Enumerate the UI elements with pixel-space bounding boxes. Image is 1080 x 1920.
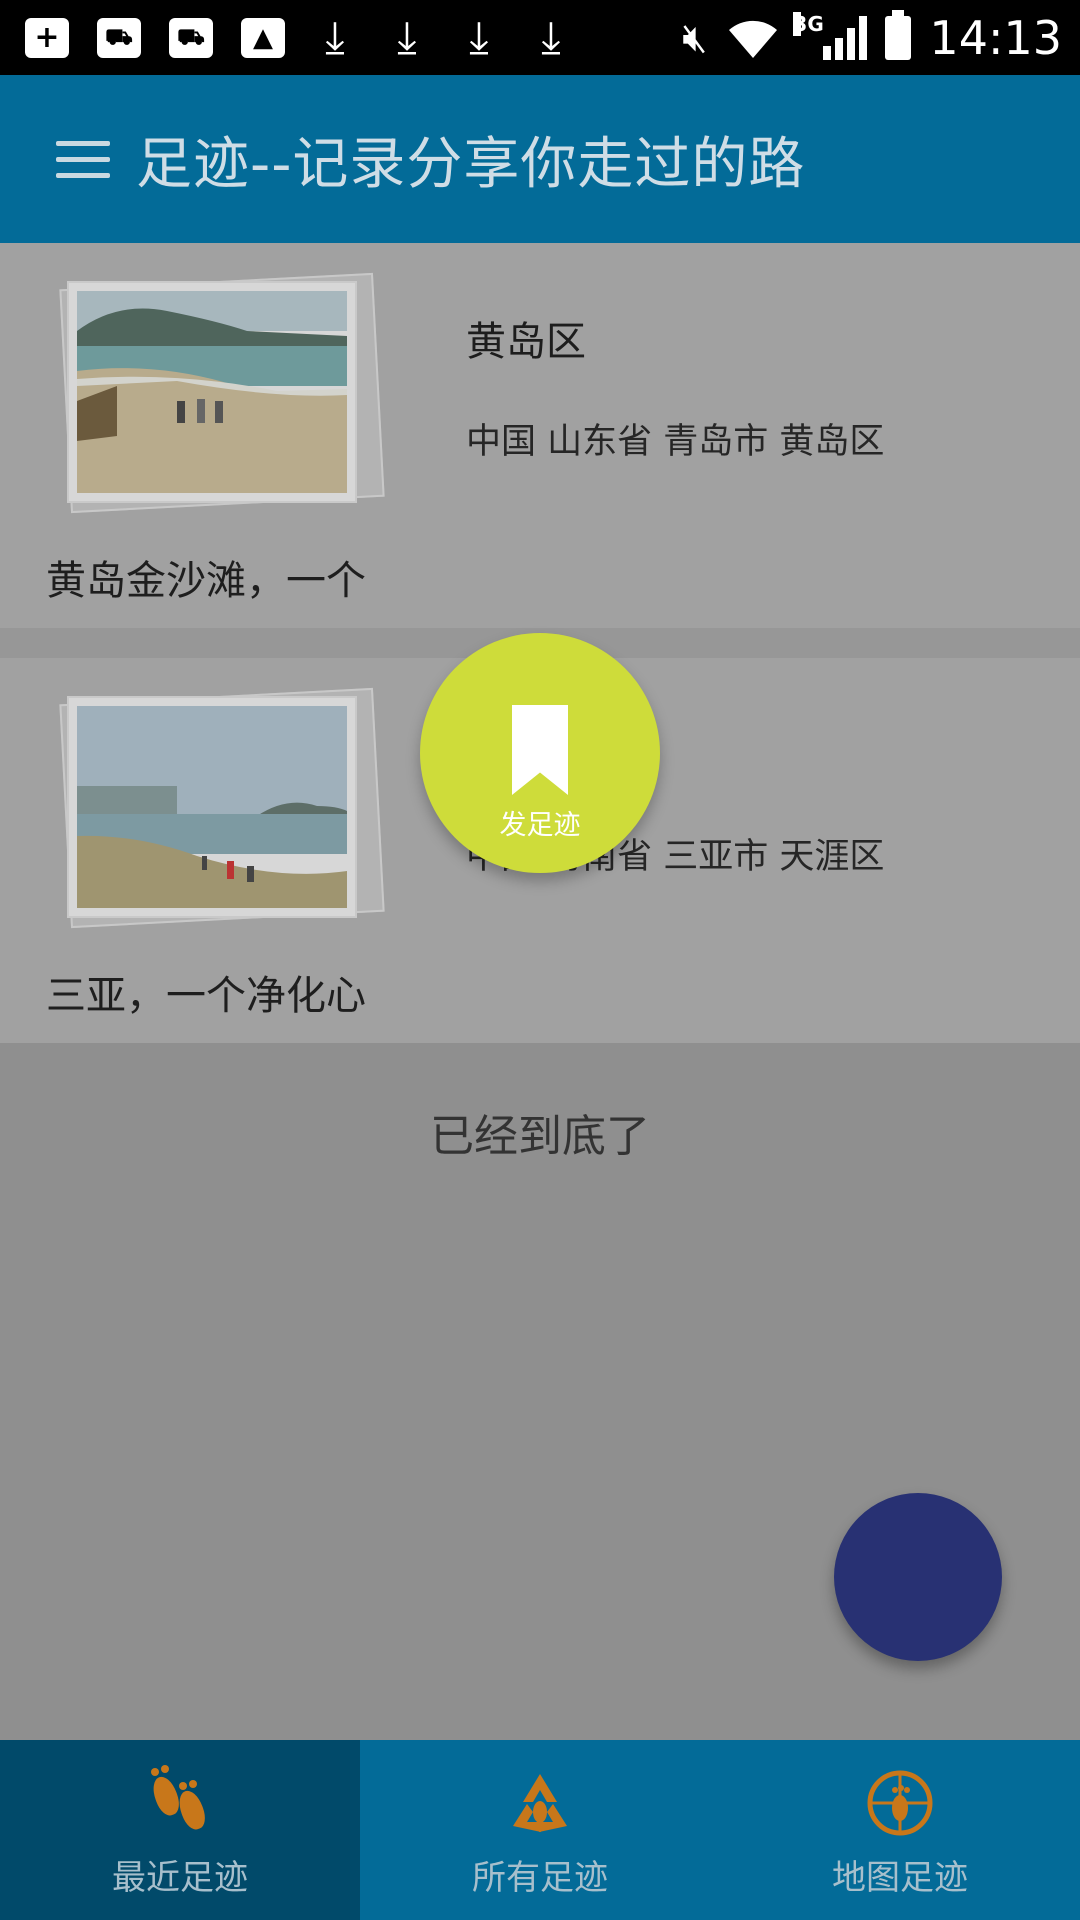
clock: 14:13 [929,10,1062,65]
download-icon: ⤓ [397,11,417,63]
battery-icon [885,9,912,60]
photo-thumbnail [55,687,395,929]
tab-map-footprints[interactable]: 地图足迹 [720,1740,1080,1920]
tab-label: 所有足迹 [472,1858,608,1898]
tab-label: 地图足迹 [832,1858,968,1898]
footprints-icon [145,1765,215,1838]
menu-icon[interactable] [56,139,110,179]
network-type: 3G [793,11,824,36]
status-bar: + ⛟ ⛟ ▲ ⤓ ⤓ ⤓ ⤓ 🔇︎ 3G 14:13 [0,0,1080,75]
tab-all-footprints[interactable]: 所有足迹 [360,1740,720,1920]
download-icon: ⤓ [325,11,345,63]
download-icon: ⤓ [541,11,561,63]
footprint-description: 黄岛金沙滩，一个 [46,558,366,604]
image-icon: ▲ [238,14,288,62]
app-title: 足迹--记录分享你走过的路 [136,131,806,197]
app-bar: 足迹--记录分享你走过的路 [0,75,1080,243]
wifi-icon [725,16,781,60]
map-footprint-icon [865,1768,935,1838]
end-of-list-text: 已经到底了 [430,1111,650,1162]
download-icon: ⤓ [469,11,489,63]
floating-action-button[interactable] [834,1493,1002,1661]
publish-footprint-button[interactable]: 发足迹 [420,633,660,873]
footprint-description: 三亚，一个净化心 [46,973,366,1019]
mower-icon: ⛟ [94,14,144,62]
add-icon: + [22,14,72,62]
tab-label: 最近足迹 [112,1858,248,1898]
mower-icon: ⛟ [166,14,216,62]
photo-thumbnail [55,272,395,514]
place-address: 中国 山东省 青岛市 黄岛区 [466,422,885,462]
tab-recent-footprints[interactable]: 最近足迹 [0,1740,360,1920]
list-item[interactable]: 黄岛区 中国 山东省 青岛市 黄岛区 黄岛金沙滩，一个 [0,243,1080,628]
place-title: 黄岛区 [466,319,586,365]
recycle-footprint-icon [505,1768,575,1838]
signal-icon: 3G [793,11,868,60]
publish-footprint-label: 发足迹 [499,810,581,841]
bottom-navigation: 最近足迹 所有足迹 地图足迹 [0,1740,1080,1920]
mute-icon: 🔇︎ [682,14,708,61]
bookmark-icon [512,705,568,795]
